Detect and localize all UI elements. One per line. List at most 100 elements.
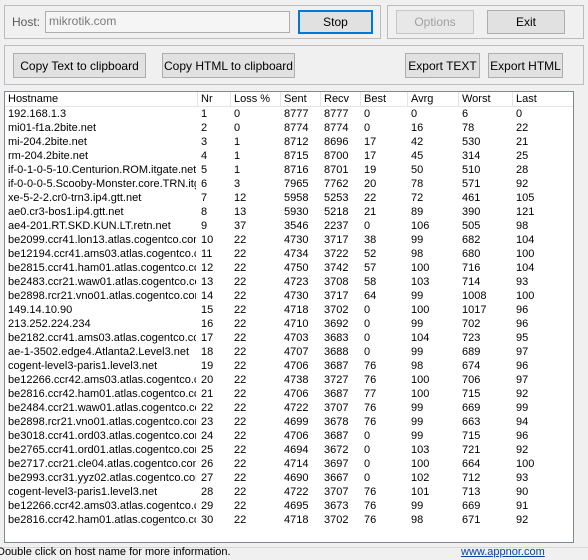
cell-avrg: 99	[411, 318, 424, 330]
cell-hostname[interactable]: mi01-f1a.2bite.net	[5, 121, 196, 135]
table-row[interactable]: cogent-level3-paris1.level3.net 28 22 4722 3…	[5, 485, 573, 499]
cell-recv: 3697	[324, 458, 349, 470]
cell-hostname[interactable]: if-0-1-0-5-10.Centurion.ROM.itgate.net	[5, 163, 196, 177]
cell-last: 28	[516, 164, 529, 176]
table-row[interactable]: mi-204.2bite.net 3 1 8712 8696 17 42 530 21	[5, 135, 573, 149]
table-row[interactable]: be12194.ccr41.ams03.atlas.cogentco.com 11…	[5, 247, 573, 261]
cell-hostname[interactable]: cogent-level3-paris1.level3.net	[5, 359, 196, 373]
cell-hostname[interactable]: if-0-0-0-5.Scooby-Monster.core.TRN.itgat…	[5, 177, 196, 191]
table-row[interactable]: be2816.ccr42.ham01.atlas.cogentco.com 30 2…	[5, 513, 573, 527]
column-header-avrg[interactable]: Avrg	[408, 92, 459, 106]
cell-best: 0	[364, 220, 371, 232]
cell-hostname[interactable]: 149.14.10.90	[5, 303, 196, 317]
cell-hostname[interactable]: mi-204.2bite.net	[5, 135, 196, 149]
cell-loss: 22	[234, 234, 247, 246]
cell-sent: 4706	[284, 360, 309, 372]
table-row[interactable]: be12266.ccr42.ams03.atlas.cogentco.com 20…	[5, 373, 573, 387]
table-row[interactable]: be3018.ccr41.ord03.atlas.cogentco.com 24 2…	[5, 429, 573, 443]
cell-best: 0	[364, 346, 371, 358]
options-button[interactable]: Options	[396, 10, 474, 34]
column-header-best[interactable]: Best	[361, 92, 408, 106]
cell-hostname[interactable]: be2993.ccr31.yyz02.atlas.cogentco.com	[5, 471, 196, 485]
table-row[interactable]: be2815.ccr41.ham01.atlas.cogentco.com 12 2…	[5, 261, 573, 275]
table-row[interactable]: be2484.ccr21.waw01.atlas.cogentco.com 22 2…	[5, 401, 573, 415]
cell-best: 0	[364, 304, 371, 316]
table-row[interactable]: rm-204.2bite.net 4 1 8715 8700 17 45 314 25	[5, 149, 573, 163]
table-row[interactable]: mi01-f1a.2bite.net 2 0 8774 8774 0 16 78 22	[5, 121, 573, 135]
exit-button[interactable]: Exit	[487, 10, 565, 34]
column-header-loss[interactable]: Loss %	[231, 92, 281, 106]
cell-hostname[interactable]: be2483.ccr21.waw01.atlas.cogentco.com	[5, 275, 196, 289]
cell-hostname[interactable]: ae0.cr3-bos1.ip4.gtt.net	[5, 205, 196, 219]
results-table[interactable]: Hostname Nr Loss % Sent Recv Best Avrg Worst Las…	[4, 91, 574, 543]
column-header-worst[interactable]: Worst	[459, 92, 513, 106]
cell-hostname[interactable]: be12266.ccr42.ams03.atlas.cogentco.com	[5, 499, 196, 513]
table-row[interactable]: be2816.ccr42.ham01.atlas.cogentco.com 21 2…	[5, 387, 573, 401]
cell-hostname[interactable]: be12266.ccr42.ams03.atlas.cogentco.com	[5, 373, 196, 387]
table-row[interactable]: if-0-0-0-5.Scooby-Monster.core.TRN.itgat…	[5, 177, 573, 191]
table-row[interactable]: ae-1-3502.edge4.Atlanta2.Level3.net 18 22 4…	[5, 345, 573, 359]
cell-hostname[interactable]: be2765.ccr41.ord01.atlas.cogentco.com	[5, 443, 196, 457]
column-header-hostname[interactable]: Hostname	[5, 92, 198, 106]
cell-hostname[interactable]: be2898.rcr21.vno01.atlas.cogentco.com	[5, 289, 196, 303]
table-row[interactable]: be12266.ccr42.ams03.atlas.cogentco.com 29…	[5, 499, 573, 513]
table-row[interactable]: be2898.rcr21.vno01.atlas.cogentco.com 14 2…	[5, 289, 573, 303]
table-row[interactable]: be2765.ccr41.ord01.atlas.cogentco.com 25 2…	[5, 443, 573, 457]
cell-hostname[interactable]: be2816.ccr42.ham01.atlas.cogentco.com	[5, 513, 196, 527]
cell-hostname[interactable]: be2717.ccr21.cle04.atlas.cogentco.com	[5, 457, 196, 471]
table-row[interactable]: ae4-201.RT.SKD.KUN.LT.retn.net 9 37 3546 223…	[5, 219, 573, 233]
column-header-last[interactable]: Last	[513, 92, 573, 106]
cell-hostname[interactable]: ae4-201.RT.SKD.KUN.LT.retn.net	[5, 219, 196, 233]
table-row[interactable]: 149.14.10.90 15 22 4718 3702 0 100 1017 96	[5, 303, 573, 317]
cell-hostname[interactable]: rm-204.2bite.net	[5, 149, 196, 163]
cell-worst: 674	[462, 360, 481, 372]
cell-hostname[interactable]: be2099.ccr41.lon13.atlas.cogentco.com	[5, 233, 196, 247]
cell-hostname[interactable]: cogent-level3-paris1.level3.net	[5, 485, 196, 499]
cell-loss: 22	[234, 360, 247, 372]
copy-text-button[interactable]: Copy Text to clipboard	[13, 53, 146, 78]
cell-hostname[interactable]: be2815.ccr41.ham01.atlas.cogentco.com	[5, 261, 196, 275]
cell-recv: 3692	[324, 318, 349, 330]
column-header-recv[interactable]: Recv	[321, 92, 361, 106]
table-row[interactable]: be2099.ccr41.lon13.atlas.cogentco.com 10 2…	[5, 233, 573, 247]
cell-best: 17	[364, 136, 377, 148]
table-row[interactable]: be2993.ccr31.yyz02.atlas.cogentco.com 27 2…	[5, 471, 573, 485]
cell-sent: 8715	[284, 150, 309, 162]
cell-last: 92	[516, 444, 529, 456]
export-html-button[interactable]: Export HTML	[488, 53, 563, 78]
cell-hostname[interactable]: be3018.ccr41.ord03.atlas.cogentco.com	[5, 429, 196, 443]
table-row[interactable]: ae0.cr3-bos1.ip4.gtt.net 8 13 5930 5218 21 89 3…	[5, 205, 573, 219]
stop-button[interactable]: Stop	[298, 10, 373, 34]
column-header-sent[interactable]: Sent	[281, 92, 321, 106]
table-row[interactable]: xe-5-2-2.cr0-trn3.ip4.gtt.net 7 12 5958 5253…	[5, 191, 573, 205]
host-input[interactable]: mikrotik.com	[45, 11, 290, 33]
cell-last: 100	[516, 248, 535, 260]
website-link[interactable]: www.appnor.com	[461, 545, 545, 559]
cell-hostname[interactable]: be12194.ccr41.ams03.atlas.cogentco.com	[5, 247, 196, 261]
table-row[interactable]: be2483.ccr21.waw01.atlas.cogentco.com 13 2…	[5, 275, 573, 289]
cell-hostname[interactable]: be2484.ccr21.waw01.atlas.cogentco.com	[5, 401, 196, 415]
column-header-nr[interactable]: Nr	[198, 92, 231, 106]
cell-hostname[interactable]: be2898.rcr21.vno01.atlas.cogentco.com	[5, 415, 196, 429]
export-text-button[interactable]: Export TEXT	[405, 53, 480, 78]
table-row[interactable]: if-0-1-0-5-10.Centurion.ROM.itgate.net 5 1…	[5, 163, 573, 177]
table-row[interactable]: be2182.ccr41.ams03.atlas.cogentco.com 17 2…	[5, 331, 573, 345]
cell-last: 92	[516, 388, 529, 400]
cell-hostname[interactable]: be2816.ccr42.ham01.atlas.cogentco.com	[5, 387, 196, 401]
cell-hostname[interactable]: ae-1-3502.edge4.Atlanta2.Level3.net	[5, 345, 196, 359]
table-row[interactable]: be2717.ccr21.cle04.atlas.cogentco.com 26 2…	[5, 457, 573, 471]
cell-worst: 682	[462, 234, 481, 246]
table-row[interactable]: cogent-level3-paris1.level3.net 19 22 4706 3…	[5, 359, 573, 373]
cell-hostname[interactable]: be2182.ccr41.ams03.atlas.cogentco.com	[5, 331, 196, 345]
table-row[interactable]: 192.168.1.3 1 0 8777 8777 0 0 6 0	[5, 107, 573, 121]
cell-recv: 8700	[324, 150, 349, 162]
cell-hostname[interactable]: 213.252.224.234	[5, 317, 196, 331]
cell-hostname[interactable]: xe-5-2-2.cr0-trn3.ip4.gtt.net	[5, 191, 196, 205]
table-row[interactable]: be2898.rcr21.vno01.atlas.cogentco.com 23 2…	[5, 415, 573, 429]
cell-hostname[interactable]: 192.168.1.3	[5, 107, 196, 121]
cell-sent: 4722	[284, 486, 309, 498]
status-text: Double click on host name for more infor…	[0, 546, 231, 558]
table-row[interactable]: 213.252.224.234 16 22 4710 3692 0 99 702 96	[5, 317, 573, 331]
cell-loss: 12	[234, 192, 247, 204]
copy-html-button[interactable]: Copy HTML to clipboard	[162, 53, 295, 78]
